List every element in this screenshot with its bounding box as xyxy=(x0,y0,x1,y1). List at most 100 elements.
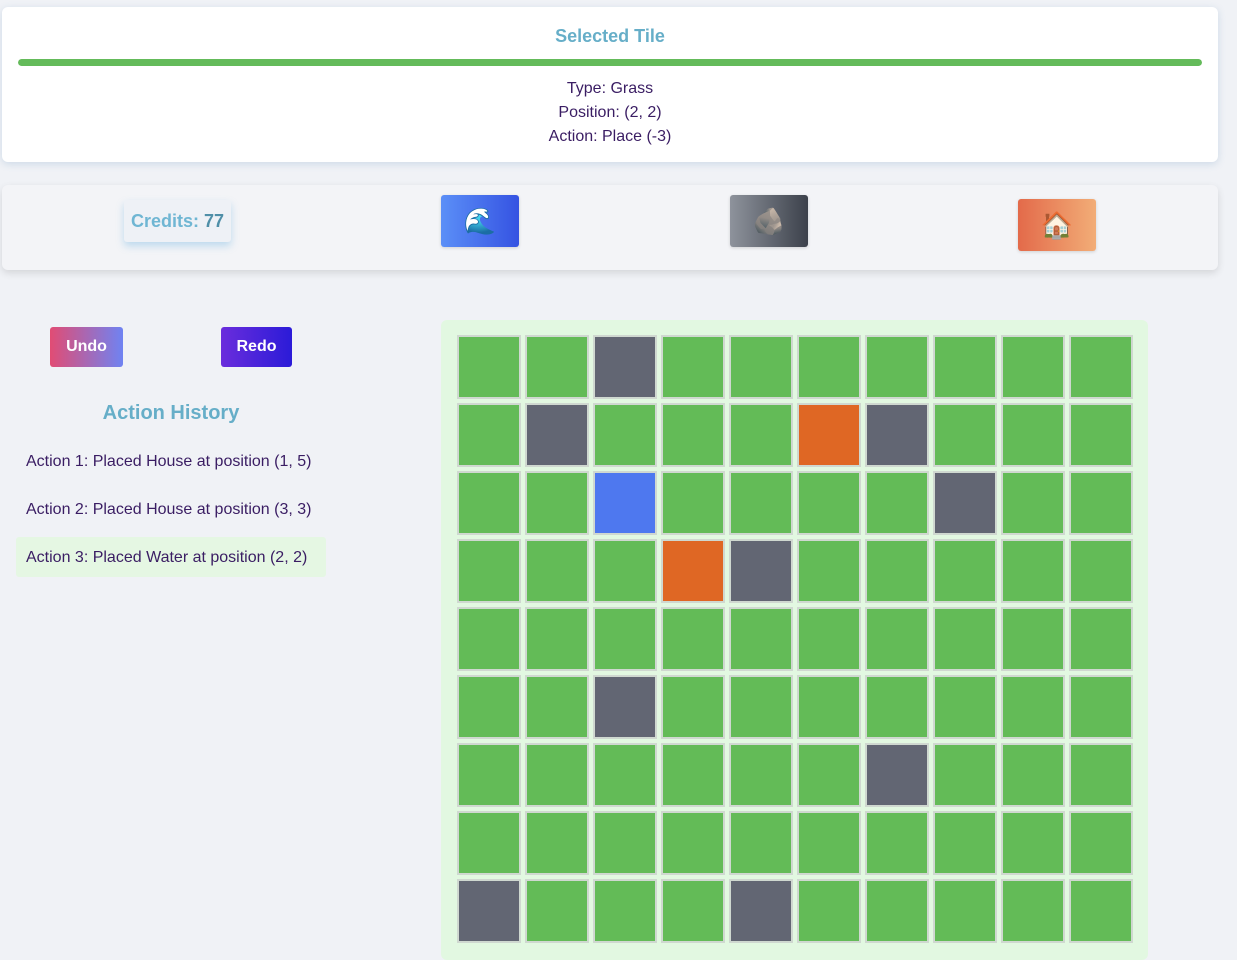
tile-grass[interactable] xyxy=(525,743,589,807)
tile-grass[interactable] xyxy=(661,335,725,399)
tile-rock[interactable] xyxy=(593,675,657,739)
tile-grass[interactable] xyxy=(457,335,521,399)
tile-grass[interactable] xyxy=(729,811,793,875)
tile-grass[interactable] xyxy=(933,607,997,671)
tile-grass[interactable] xyxy=(1001,879,1065,943)
tile-grass[interactable] xyxy=(1069,743,1133,807)
tile-grass[interactable] xyxy=(865,811,929,875)
tile-grass[interactable] xyxy=(797,607,861,671)
tile-grass[interactable] xyxy=(1001,607,1065,671)
tile-grass[interactable] xyxy=(1069,539,1133,603)
history-item: Action 3: Placed Water at position (2, 2… xyxy=(16,537,326,577)
tile-grass[interactable] xyxy=(661,743,725,807)
tile-grass[interactable] xyxy=(729,675,793,739)
tile-grass[interactable] xyxy=(797,879,861,943)
tile-grass[interactable] xyxy=(1001,471,1065,535)
tile-grass[interactable] xyxy=(661,879,725,943)
tile-grass[interactable] xyxy=(457,539,521,603)
tile-grass[interactable] xyxy=(593,607,657,671)
tile-rock[interactable] xyxy=(593,335,657,399)
tile-grass[interactable] xyxy=(661,811,725,875)
tile-grass[interactable] xyxy=(729,335,793,399)
tile-grass[interactable] xyxy=(729,403,793,467)
tile-rock[interactable] xyxy=(729,539,793,603)
tile-grass[interactable] xyxy=(797,743,861,807)
tile-grass[interactable] xyxy=(797,675,861,739)
house-tool-button[interactable]: 🏠 xyxy=(1018,199,1096,251)
tile-grass[interactable] xyxy=(661,675,725,739)
tile-grass[interactable] xyxy=(525,879,589,943)
tile-grass[interactable] xyxy=(661,403,725,467)
house-icon: 🏠 xyxy=(1040,209,1074,240)
tile-grass[interactable] xyxy=(1069,335,1133,399)
tile-house[interactable] xyxy=(661,539,725,603)
tile-rock[interactable] xyxy=(933,471,997,535)
rock-tool-button[interactable]: 🪨 xyxy=(730,195,808,247)
tile-grass[interactable] xyxy=(457,607,521,671)
tile-grass[interactable] xyxy=(933,539,997,603)
tile-grass[interactable] xyxy=(1001,403,1065,467)
tile-grass[interactable] xyxy=(933,335,997,399)
tile-grass[interactable] xyxy=(1069,471,1133,535)
tile-grass[interactable] xyxy=(525,335,589,399)
tile-grass[interactable] xyxy=(1001,743,1065,807)
water-tool-button[interactable]: 🌊 xyxy=(441,195,519,247)
tile-grass[interactable] xyxy=(865,539,929,603)
tile-grass[interactable] xyxy=(525,675,589,739)
redo-button[interactable]: Redo xyxy=(221,327,292,367)
tile-grass[interactable] xyxy=(933,879,997,943)
tile-grass[interactable] xyxy=(661,471,725,535)
tile-grass[interactable] xyxy=(1069,811,1133,875)
tile-house[interactable] xyxy=(797,403,861,467)
tile-grass[interactable] xyxy=(729,607,793,671)
tile-rock[interactable] xyxy=(457,879,521,943)
tile-grass[interactable] xyxy=(865,335,929,399)
selected-tile-type: Type: Grass xyxy=(566,80,654,97)
tile-grass[interactable] xyxy=(1069,675,1133,739)
tile-grass[interactable] xyxy=(933,743,997,807)
tile-grass[interactable] xyxy=(593,539,657,603)
tile-grass[interactable] xyxy=(593,403,657,467)
tile-grass[interactable] xyxy=(593,879,657,943)
tile-grass[interactable] xyxy=(457,675,521,739)
tile-grass[interactable] xyxy=(525,471,589,535)
tile-grass[interactable] xyxy=(1001,675,1065,739)
tile-grass[interactable] xyxy=(457,403,521,467)
tile-grass[interactable] xyxy=(933,675,997,739)
tile-grass[interactable] xyxy=(1001,335,1065,399)
tile-grass[interactable] xyxy=(933,403,997,467)
tile-grass[interactable] xyxy=(525,811,589,875)
tile-grass[interactable] xyxy=(1069,403,1133,467)
tile-grass[interactable] xyxy=(457,743,521,807)
action-history-title: Action History xyxy=(102,402,240,424)
tile-grass[interactable] xyxy=(457,471,521,535)
tile-grass[interactable] xyxy=(797,811,861,875)
tile-rock[interactable] xyxy=(865,403,929,467)
tile-grass[interactable] xyxy=(525,607,589,671)
tile-grass[interactable] xyxy=(865,879,929,943)
tile-grass[interactable] xyxy=(933,811,997,875)
tile-water[interactable] xyxy=(593,471,657,535)
tile-grass[interactable] xyxy=(797,335,861,399)
tile-grass[interactable] xyxy=(729,471,793,535)
tile-grass[interactable] xyxy=(797,471,861,535)
tile-grass[interactable] xyxy=(865,675,929,739)
tile-grass[interactable] xyxy=(1001,539,1065,603)
tile-grass[interactable] xyxy=(661,607,725,671)
tile-grass[interactable] xyxy=(1069,879,1133,943)
tile-grass[interactable] xyxy=(865,471,929,535)
tile-grass[interactable] xyxy=(525,539,589,603)
tile-grass[interactable] xyxy=(865,607,929,671)
tile-rock[interactable] xyxy=(525,403,589,467)
tile-grass[interactable] xyxy=(1001,811,1065,875)
tile-rock[interactable] xyxy=(729,879,793,943)
tile-grass[interactable] xyxy=(593,811,657,875)
tile-grass[interactable] xyxy=(1069,607,1133,671)
tile-grass[interactable] xyxy=(593,743,657,807)
tile-rock[interactable] xyxy=(865,743,929,807)
undo-button[interactable]: Undo xyxy=(50,327,123,367)
tile-grass[interactable] xyxy=(457,811,521,875)
tile-grass[interactable] xyxy=(729,743,793,807)
tile-grass[interactable] xyxy=(797,539,861,603)
action-history-list: Action 1: Placed House at position (1, 5… xyxy=(16,441,326,585)
